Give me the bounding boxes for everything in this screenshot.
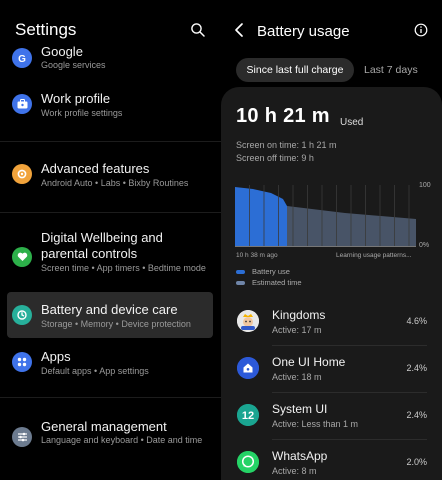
settings-item-subtitle: Language and keyboard • Date and time <box>41 435 203 445</box>
chart-y-min-label: 0% <box>419 242 430 249</box>
app-battery-percent: 2.4% <box>406 410 427 420</box>
apps-icon <box>12 352 32 372</box>
back-arrow-icon[interactable] <box>233 22 249 40</box>
settings-item-title: Apps <box>41 349 71 364</box>
svg-text:12: 12 <box>242 410 254 422</box>
app-row-system-ui[interactable]: 12 System UI Active: Less than 1 m 2.4% <box>221 393 442 439</box>
legend-label: Battery use <box>252 267 290 276</box>
settings-item-google[interactable]: G Google Google services <box>0 40 221 80</box>
system-ui-icon: 12 <box>237 404 259 426</box>
settings-pane: G Google Google services Work profile Wo… <box>0 0 221 480</box>
app-row-kingdoms[interactable]: Kingdoms Active: 17 m 4.6% <box>221 299 442 345</box>
settings-item-title: Advanced features <box>41 161 150 176</box>
divider <box>0 141 221 142</box>
divider <box>0 212 221 213</box>
app-name: System UI <box>272 402 328 416</box>
settings-item-subtitle: Work profile settings <box>41 108 123 118</box>
settings-item-subtitle: Default apps • App settings <box>41 366 149 376</box>
app-name: WhatsApp <box>272 449 328 463</box>
chart-x-start-label: 10 h 38 m ago <box>236 252 278 259</box>
legend-battery-use: Battery use <box>236 267 356 277</box>
legend-swatch-used <box>236 270 245 274</box>
settings-item-subtitle: Google services <box>41 60 106 70</box>
chart-y-max-label: 100 <box>419 182 431 189</box>
settings-item-title: Work profile <box>41 91 111 106</box>
settings-item-battery-device-care[interactable]: Battery and device care Storage • Memory… <box>0 292 221 338</box>
device-care-icon <box>12 305 32 325</box>
settings-item-title: Google <box>41 44 83 59</box>
one-ui-home-icon <box>237 357 259 379</box>
legend-swatch-estimated <box>236 281 245 285</box>
kingdoms-game-icon <box>237 310 259 332</box>
svg-text:G: G <box>18 54 26 64</box>
whatsapp-icon <box>237 451 259 473</box>
tab-since-last-full-charge[interactable]: Since last full charge <box>236 58 354 82</box>
page-title: Settings <box>15 20 77 39</box>
tab-last-7-days[interactable]: Last 7 days <box>364 64 418 76</box>
app-battery-percent: 2.4% <box>406 363 427 373</box>
app-name: Kingdoms <box>272 308 326 322</box>
chart-x-end-label: Learning usage patterns... <box>336 252 412 259</box>
settings-item-work-profile[interactable]: Work profile Work profile settings <box>0 88 221 128</box>
google-icon: G <box>12 48 32 68</box>
settings-item-title: Battery and device care <box>41 302 178 317</box>
app-active-time: Active: 17 m <box>272 325 322 335</box>
settings-header: Settings <box>0 0 221 46</box>
divider <box>0 397 221 398</box>
settings-item-advanced-features[interactable]: Advanced features Android Auto • Labs • … <box>0 158 221 198</box>
app-active-time: Active: 18 m <box>272 372 322 382</box>
settings-item-subtitle: Android Auto • Labs • Bixby Routines <box>41 178 189 188</box>
app-name: One UI Home <box>272 355 346 369</box>
app-row-one-ui-home[interactable]: One UI Home Active: 18 m 2.4% <box>221 346 442 392</box>
battery-used-label: Used <box>340 117 364 128</box>
settings-item-digital-wellbeing[interactable]: Digital Wellbeing and parental controls … <box>0 229 221 285</box>
settings-item-subtitle: Storage • Memory • Device protection <box>41 319 191 329</box>
app-battery-percent: 2.0% <box>406 457 427 467</box>
settings-item-general-management[interactable]: General management Language and keyboard… <box>0 417 221 467</box>
battery-used-time: 10 h 21 m <box>236 105 330 127</box>
legend-estimated-time: Estimated time <box>236 278 356 288</box>
settings-item-apps[interactable]: Apps Default apps • App settings <box>0 347 221 387</box>
briefcase-icon <box>12 94 32 114</box>
settings-item-title: General management <box>41 419 167 434</box>
app-active-time: Active: 8 m <box>272 466 317 476</box>
battery-usage-chart <box>235 185 416 247</box>
screen-on-time: Screen on time: 1 h 21 m <box>236 140 337 150</box>
legend-label: Estimated time <box>252 278 302 287</box>
app-row-whatsapp[interactable]: WhatsApp Active: 8 m 2.0% <box>221 440 442 480</box>
settings-item-subtitle: Screen time • App timers • Bedtime mode <box>41 263 206 273</box>
sliders-icon <box>12 427 32 447</box>
gear-plus-icon <box>12 164 32 184</box>
app-active-time: Active: Less than 1 m <box>272 419 359 429</box>
settings-item-title: Digital Wellbeing and parental controls <box>41 230 163 261</box>
battery-usage-pane: Battery usage Since last full charge Las… <box>221 0 442 480</box>
info-icon[interactable] <box>414 23 428 37</box>
app-battery-percent: 4.6% <box>406 316 427 326</box>
page-title: Battery usage <box>257 23 350 40</box>
heart-icon <box>12 247 32 267</box>
screen-off-time: Screen off time: 9 h <box>236 153 314 163</box>
search-icon[interactable] <box>190 22 210 42</box>
